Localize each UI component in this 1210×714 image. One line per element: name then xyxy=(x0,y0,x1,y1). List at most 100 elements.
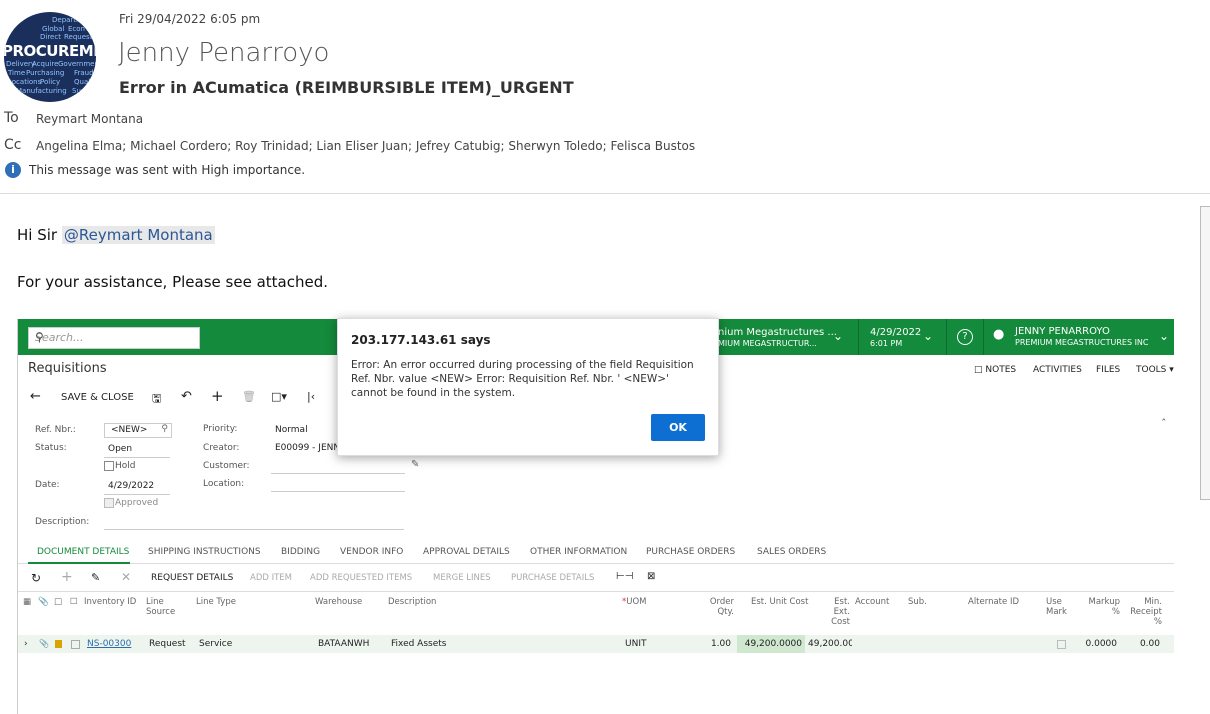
collapse-icon[interactable]: ˆ xyxy=(1161,417,1167,430)
description-input[interactable] xyxy=(104,529,404,530)
col-account[interactable]: Account xyxy=(855,597,889,607)
creator-value[interactable]: E00099 - JENNY xyxy=(275,443,346,453)
company-name: nium Megastructures ... xyxy=(718,327,837,338)
avatar-word: Time xyxy=(8,69,26,77)
col-description[interactable]: Description xyxy=(388,597,436,607)
tab-sales-orders[interactable]: SALES ORDERS xyxy=(757,547,826,557)
business-date: 4/29/2022 xyxy=(870,327,922,338)
avatar-title: PROCUREMENT xyxy=(4,42,96,60)
reading-pane-scrollbar[interactable] xyxy=(1200,206,1210,500)
sender-avatar: Department Global Econ Direct Request PR… xyxy=(4,12,96,102)
notes-label: NOTES xyxy=(985,365,1017,375)
col-inventory-id[interactable]: Inventory ID xyxy=(84,597,140,607)
add-row-icon[interactable]: + xyxy=(61,569,73,585)
chevron-down-icon[interactable]: ⌄ xyxy=(923,330,933,342)
add-icon[interactable]: + xyxy=(211,387,224,405)
delete-icon[interactable]: 🗑 xyxy=(242,390,256,403)
row-note-icon[interactable] xyxy=(55,640,62,648)
col-line-source[interactable]: Line Source xyxy=(146,597,190,617)
topbar-divider xyxy=(946,319,947,355)
unit-cost-cell[interactable]: 49,200.0000 xyxy=(740,639,802,649)
chevron-down-icon[interactable]: ⌄ xyxy=(833,330,843,342)
cc-label: Cc xyxy=(4,137,22,153)
search-icon[interactable]: ⚲ xyxy=(35,330,194,344)
status-underline xyxy=(104,457,170,458)
col-sub[interactable]: Sub. xyxy=(908,597,927,607)
line-source-cell: Request xyxy=(149,639,186,649)
row-expand-icon[interactable]: › xyxy=(24,639,28,649)
ok-button[interactable]: OK xyxy=(651,414,705,441)
tools-button[interactable]: TOOLS ▾ xyxy=(1136,365,1174,375)
col-est-ext-cost[interactable]: Est. Ext. Cost xyxy=(826,597,850,627)
min-receipt-cell: 0.00 xyxy=(1139,639,1160,649)
save-close-button[interactable]: SAVE & CLOSE xyxy=(61,392,134,403)
col-markup[interactable]: Markup % xyxy=(1088,597,1120,617)
refresh-icon[interactable]: ↻ xyxy=(31,571,41,585)
priority-value[interactable]: Normal xyxy=(275,425,308,435)
edit-icon[interactable]: ✎ xyxy=(91,571,100,584)
tab-bidding[interactable]: BIDDING xyxy=(281,547,320,557)
undo-icon[interactable]: ↶ xyxy=(181,389,192,404)
save-icon[interactable]: 🖫 xyxy=(152,390,161,409)
col-line-type[interactable]: Line Type xyxy=(196,597,236,607)
sender-name[interactable]: Jenny Penarroyo xyxy=(118,38,329,68)
pencil-icon[interactable]: ✎ xyxy=(411,459,419,470)
note-icon: □ xyxy=(54,597,63,607)
col-uom[interactable]: *UOM xyxy=(622,597,647,607)
notes-button[interactable]: □ NOTES xyxy=(974,365,1016,375)
table-row[interactable] xyxy=(18,635,1174,653)
location-input[interactable] xyxy=(271,491,405,492)
fit-columns-icon[interactable]: ⊢⊣ xyxy=(616,571,633,582)
date-value[interactable]: 4/29/2022 xyxy=(108,481,154,491)
to-recipients[interactable]: Reymart Montana xyxy=(36,112,143,126)
hold-checkbox[interactable] xyxy=(104,461,114,471)
add-requested-items-button[interactable]: ADD REQUESTED ITEMS xyxy=(310,573,412,583)
company-selector[interactable]: nium Megastructures ... MIUM MEGASTRUCTU… xyxy=(718,327,837,349)
help-icon[interactable]: ? xyxy=(957,329,973,345)
settings-icon[interactable]: ▦ xyxy=(23,597,31,607)
export-excel-icon[interactable]: ⊠ xyxy=(647,571,655,582)
inventory-id-link[interactable]: NS-00300 xyxy=(87,639,131,649)
copy-icon[interactable]: □▾ xyxy=(271,390,287,403)
search-icon[interactable]: ⚲ xyxy=(161,424,168,434)
avatar-word: Government xyxy=(58,60,96,68)
dialog-title: 203.177.143.61 says xyxy=(351,333,491,347)
tab-shipping-instructions[interactable]: SHIPPING INSTRUCTIONS xyxy=(148,547,261,557)
first-record-icon[interactable]: |‹ xyxy=(307,390,315,403)
col-warehouse[interactable]: Warehouse xyxy=(315,597,362,607)
tab-vendor-info[interactable]: VENDOR INFO xyxy=(340,547,403,557)
files-button[interactable]: FILES xyxy=(1096,365,1120,375)
status-value[interactable]: Open xyxy=(108,444,132,454)
col-min-receipt[interactable]: Min. Receipt % xyxy=(1130,597,1162,627)
tab-document-details[interactable]: DOCUMENT DETAILS xyxy=(37,547,129,557)
avatar-word: Delivery xyxy=(6,60,36,68)
dialog-message: Error: An error occurred during processi… xyxy=(351,359,694,399)
creator-label: Creator: xyxy=(203,443,240,453)
col-alternate-id[interactable]: Alternate ID xyxy=(968,597,1019,607)
business-date-selector[interactable]: 4/29/2022 6:01 PM xyxy=(870,327,921,349)
use-mark-checkbox[interactable] xyxy=(1057,640,1066,649)
row-checkbox[interactable] xyxy=(71,640,80,649)
customer-input[interactable] xyxy=(271,473,405,474)
row-attachment-icon[interactable]: 📎 xyxy=(39,639,49,648)
activities-button[interactable]: ACTIVITIES xyxy=(1033,365,1082,375)
merge-lines-button[interactable]: MERGE LINES xyxy=(433,573,491,583)
cc-recipients[interactable]: Angelina Elma; Michael Cordero; Roy Trin… xyxy=(36,139,695,153)
col-use-mark[interactable]: Use Mark xyxy=(1046,597,1068,617)
search-input[interactable]: Search... ⚲ xyxy=(28,327,200,349)
request-details-button[interactable]: REQUEST DETAILS xyxy=(151,573,233,583)
tab-other-information[interactable]: OTHER INFORMATION xyxy=(530,547,627,557)
back-arrow-icon[interactable]: ← xyxy=(30,389,41,404)
ref-nbr-input[interactable]: <NEW> ⚲ xyxy=(104,423,172,438)
col-est-unit-cost[interactable]: Est. Unit Cost xyxy=(751,597,808,607)
purchase-details-button[interactable]: PURCHASE DETAILS xyxy=(511,573,594,583)
tab-purchase-orders[interactable]: PURCHASE ORDERS xyxy=(646,547,735,557)
col-order-qty[interactable]: Order Qty. xyxy=(706,597,734,617)
user-menu[interactable]: JENNY PENARROYO PREMIUM MEGASTRUCTURES I… xyxy=(1015,326,1149,348)
tab-approval-details[interactable]: APPROVAL DETAILS xyxy=(423,547,510,557)
add-item-button[interactable]: ADD ITEM xyxy=(250,573,292,583)
mention-link[interactable]: @Reymart Montana xyxy=(61,226,215,244)
select-all-checkbox[interactable]: ☐ xyxy=(70,597,78,607)
chevron-down-icon[interactable]: ⌄ xyxy=(1159,330,1169,342)
delete-row-icon[interactable]: ✕ xyxy=(121,570,131,584)
